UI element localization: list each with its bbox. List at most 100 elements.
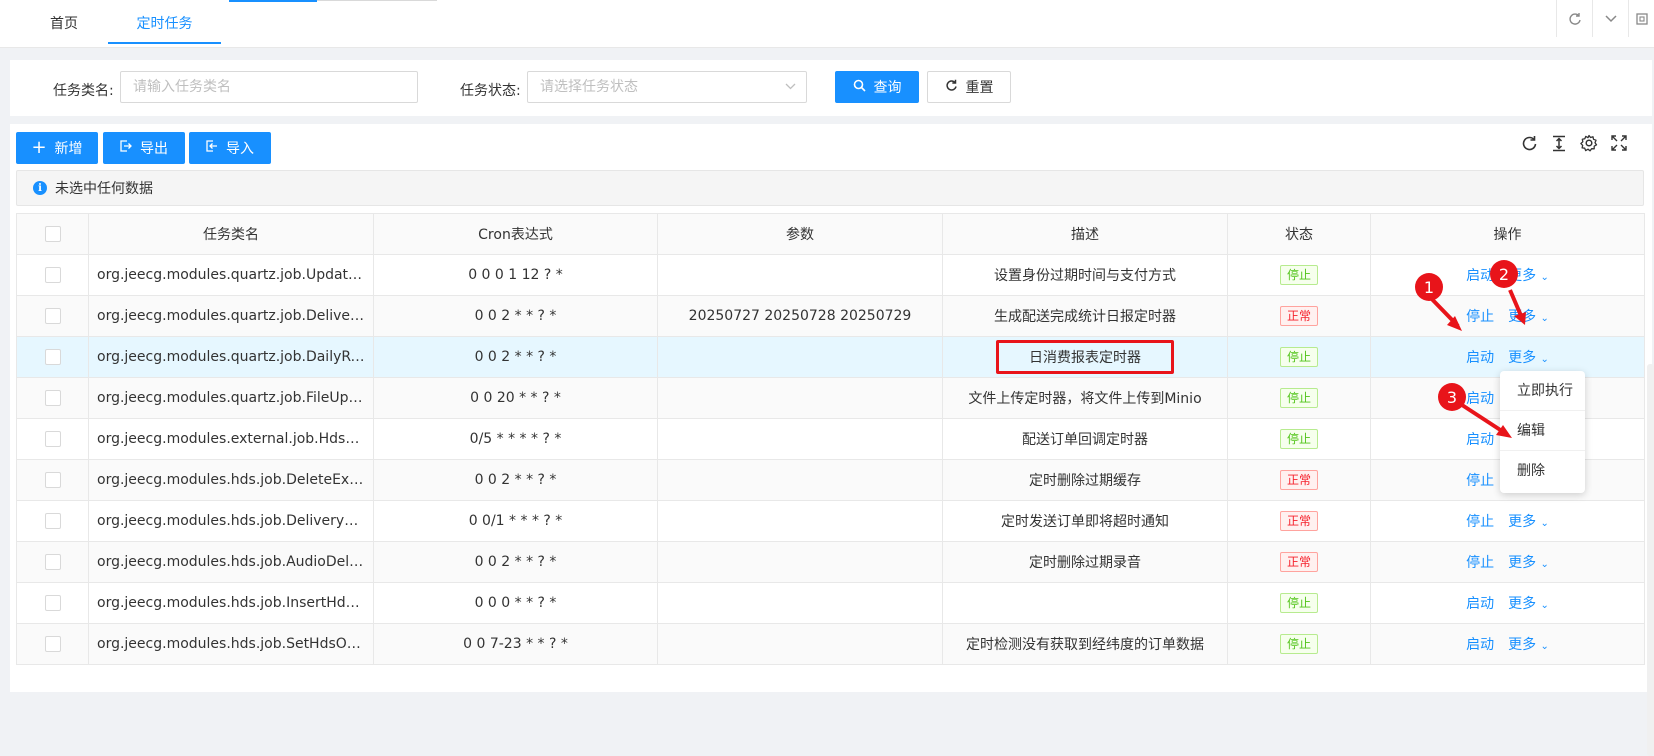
import-button[interactable]: 导入 [189,132,271,164]
add-button[interactable]: + 新增 [16,132,98,164]
chevron-down-icon[interactable] [1592,0,1628,37]
job-class-cell: org.jeecg.modules.hds.job.AudioDeleteJob [88,541,374,583]
table-row[interactable]: org.jeecg.modules.quartz.job.DailyReport… [16,336,1645,378]
job-description: 定时删除过期录音 [1029,555,1141,571]
export-button-label: 导出 [140,141,168,157]
row-checkbox[interactable] [44,390,61,406]
column-height-icon[interactable] [1550,134,1568,152]
table-row[interactable]: org.jeecg.modules.quartz.job.DeliverySuc… [16,295,1645,337]
add-button-label: 新增 [54,141,83,157]
status-badge: 停止 [1279,593,1318,613]
params-cell [657,254,943,296]
row-select-cell [16,541,89,583]
table-body: org.jeecg.modules.quartz.job.UpdateIdent… [16,254,1645,665]
more-actions-button[interactable]: 更多 ⌄ [1508,350,1549,366]
params-cell [657,500,943,542]
table-row[interactable]: org.jeecg.modules.hds.job.InsertHdsBusin… [16,582,1645,624]
tab-scheduled-jobs[interactable]: 定时任务 [108,0,221,48]
toggle-job-button[interactable]: 停止 [1466,555,1494,571]
job-class-cell: org.jeecg.modules.quartz.job.FileUploadJ… [88,377,374,419]
status-badge: 停止 [1279,634,1318,654]
row-checkbox[interactable] [44,595,61,611]
row-select-cell [16,623,89,665]
job-status-label: 任务状态: [460,83,521,99]
vertical-scrollbar[interactable] [1647,364,1654,756]
toggle-job-button[interactable]: 停止 [1466,473,1494,489]
more-actions-menu: 立即执行 编辑 删除 [1500,371,1585,493]
description-cell: 日消费报表定时器 [942,336,1228,378]
job-description: 设置身份过期时间与支付方式 [994,268,1176,284]
row-checkbox[interactable] [44,636,61,652]
toggle-job-button[interactable]: 启动 [1466,268,1494,284]
more-actions-button[interactable]: 更多 ⌄ [1508,637,1549,653]
table-row[interactable]: org.jeecg.modules.hds.job.DeliveryTipJob… [16,500,1645,542]
table-row[interactable]: org.jeecg.modules.hds.job.DeleteExpireCa… [16,459,1645,501]
select-all-checkbox[interactable] [44,226,61,242]
fullscreen-icon[interactable] [1628,0,1654,37]
more-actions-button[interactable]: 更多 ⌄ [1508,596,1549,612]
job-table: 任务类名 Cron表达式 参数 描述 状态 操作 org.jeecg.modul… [16,213,1645,665]
description-cell: 设置身份过期时间与支付方式 [942,254,1228,296]
row-checkbox[interactable] [44,554,61,570]
toggle-job-button[interactable]: 启动 [1466,350,1494,366]
job-description: 文件上传定时器，将文件上传到Minio [968,391,1202,407]
more-actions-button[interactable]: 更多 ⌄ [1508,268,1549,284]
row-checkbox[interactable] [44,308,61,324]
tab-home[interactable]: 首页 [34,0,94,48]
tab-bar: 首页 定时任务 [0,0,1654,48]
toggle-job-button[interactable]: 启动 [1466,391,1494,407]
reset-button[interactable]: 重置 [927,71,1011,103]
job-class-input[interactable] [120,71,418,103]
row-checkbox[interactable] [44,349,61,365]
toggle-job-button[interactable]: 启动 [1466,432,1494,448]
cron-cell: 0 0 0 1 12 ? * [373,254,658,296]
refresh-icon[interactable] [1520,134,1538,152]
reload-icon[interactable] [1556,0,1592,37]
toggle-job-button[interactable]: 启动 [1466,637,1494,653]
job-class-cell: org.jeecg.modules.quartz.job.UpdateIdent… [88,254,374,296]
more-actions-button[interactable]: 更多 ⌄ [1508,555,1549,571]
table-row[interactable]: org.jeecg.modules.hds.job.AudioDeleteJob… [16,541,1645,583]
status-badge: 正常 [1279,470,1318,490]
menu-item-run-now[interactable]: 立即执行 [1500,371,1585,411]
select-all-cell [16,213,89,255]
column-header-job-class: 任务类名 [88,213,374,255]
toggle-job-button[interactable]: 停止 [1466,309,1494,325]
query-button[interactable]: 查询 [835,71,919,103]
settings-icon[interactable] [1580,134,1598,152]
annotation-highlight-box: 日消费报表定时器 [996,340,1174,374]
row-checkbox[interactable] [44,267,61,283]
table-row[interactable]: org.jeecg.modules.hds.job.SetHdsOrderLo.… [16,623,1645,665]
params-cell [657,623,943,665]
row-checkbox[interactable] [44,472,61,488]
menu-item-edit[interactable]: 编辑 [1500,411,1585,451]
more-actions-label: 更多 [1508,309,1537,325]
chevron-down-icon: ⌄ [1540,559,1549,570]
actions-cell: 停止更多 ⌄ [1370,541,1645,583]
row-checkbox[interactable] [44,513,61,529]
status-cell: 正常 [1227,295,1371,337]
job-class-cell: org.jeecg.modules.external.job.HdsOrder.… [88,418,374,460]
row-select-cell [16,459,89,501]
job-class-cell: org.jeecg.modules.hds.job.DeleteExpireCa… [88,459,374,501]
more-actions-button[interactable]: 更多 ⌄ [1508,309,1549,325]
toggle-job-button[interactable]: 启动 [1466,596,1494,612]
job-status-select[interactable]: 请选择任务状态 [527,71,807,103]
table-row[interactable]: org.jeecg.modules.quartz.job.FileUploadJ… [16,377,1645,419]
fullscreen-icon[interactable] [1610,134,1628,152]
menu-item-delete[interactable]: 删除 [1500,451,1585,491]
more-actions-button[interactable]: 更多 ⌄ [1508,514,1549,530]
export-button[interactable]: 导出 [103,132,185,164]
description-cell: 定时删除过期缓存 [942,459,1228,501]
chevron-down-icon: ⌄ [1540,518,1549,529]
table-row[interactable]: org.jeecg.modules.quartz.job.UpdateIdent… [16,254,1645,296]
params-cell [657,336,943,378]
toggle-job-button[interactable]: 停止 [1466,514,1494,530]
table-row[interactable]: org.jeecg.modules.external.job.HdsOrder.… [16,418,1645,460]
info-icon: i [33,181,47,195]
status-cell: 停止 [1227,336,1371,378]
status-badge: 正常 [1279,306,1318,326]
status-badge: 停止 [1279,388,1318,408]
job-description: 定时检测没有获取到经纬度的订单数据 [966,637,1204,653]
row-checkbox[interactable] [44,431,61,447]
